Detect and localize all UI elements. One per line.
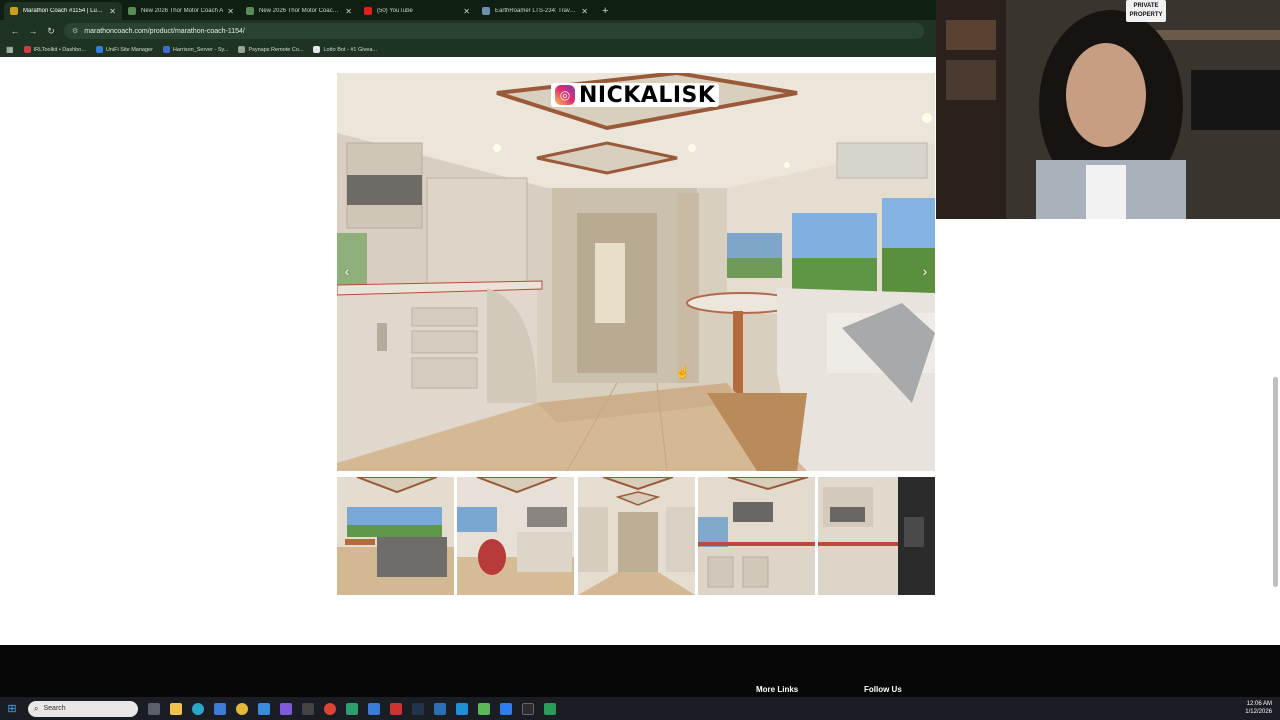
bookmark-favicon-icon xyxy=(95,46,103,53)
mouse-cursor-icon: ☝ xyxy=(675,365,690,379)
forward-icon[interactable]: → xyxy=(24,26,42,36)
chevron-right-icon[interactable]: › xyxy=(917,263,933,279)
browser-tab[interactable]: (50) YouTube ✕ xyxy=(358,2,476,20)
app-icon[interactable] xyxy=(500,702,512,715)
windows-start-icon[interactable]: ⊞ xyxy=(0,702,24,715)
app-icon[interactable] xyxy=(434,702,446,715)
gallery-thumbnail[interactable] xyxy=(697,477,815,595)
tab-favicon-icon xyxy=(128,7,136,15)
app-icon[interactable] xyxy=(522,702,534,715)
browser-tab[interactable]: EarthRoamer LTS-234: Travel Ch ✕ xyxy=(476,2,594,20)
tab-close-icon[interactable]: ✕ xyxy=(463,7,470,16)
app-icon[interactable] xyxy=(258,702,270,715)
app-icon[interactable] xyxy=(412,702,424,715)
bookmark-item[interactable]: Harrison_Server - Sy... xyxy=(162,46,229,53)
app-icon[interactable] xyxy=(390,702,402,715)
app-icon[interactable] xyxy=(478,702,490,715)
bookmark-label: UniFi Site Manager xyxy=(105,46,153,53)
bookmark-label: Harrison_Server - Sy... xyxy=(172,46,229,53)
tab-favicon-icon xyxy=(246,7,254,15)
footer-follow-us[interactable]: Follow Us xyxy=(864,685,902,694)
chrome-icon[interactable] xyxy=(236,702,248,715)
bookmark-favicon-icon xyxy=(162,46,170,53)
tab-favicon-icon xyxy=(482,7,490,15)
tab-title: EarthRoamer LTS-234: Travel Ch xyxy=(495,8,578,14)
chevron-left-icon[interactable]: ‹ xyxy=(339,263,355,279)
browser-tab[interactable]: New 2026 Thor Motor Coach A ✕ xyxy=(122,2,240,20)
app-icon[interactable] xyxy=(280,702,292,715)
gallery-thumbnail[interactable] xyxy=(457,477,575,595)
gallery-thumbnail[interactable] xyxy=(337,477,454,595)
browser-tab[interactable]: New 2026 Thor Motor Coach R ✕ xyxy=(240,2,358,20)
app-icon[interactable] xyxy=(456,702,468,715)
gallery-thumbnail-strip xyxy=(337,477,935,595)
thumbnail-illustration xyxy=(818,477,935,595)
bookmark-item[interactable]: UniFi Site Manager xyxy=(95,46,153,53)
apps-icon[interactable]: ▦ xyxy=(6,45,14,54)
bookmark-favicon-icon xyxy=(238,46,246,53)
bookmark-item[interactable]: IRLToolkit • Dashbo... xyxy=(23,46,86,53)
bookmark-label: Lotto Bot - #1 Givea... xyxy=(323,46,377,53)
tab-close-icon[interactable]: ✕ xyxy=(227,7,234,16)
clock-time: 12:06 AM xyxy=(1246,701,1272,707)
search-icon: ⌕ xyxy=(34,703,39,713)
tab-title: New 2026 Thor Motor Coach R xyxy=(259,8,342,14)
webcam-feed-illustration xyxy=(936,0,1280,219)
thumbnail-illustration xyxy=(337,477,454,595)
clock-date: 1/12/2026 xyxy=(1245,709,1272,715)
system-clock[interactable]: 12:06 AM 1/12/2026 xyxy=(1245,700,1272,716)
private-property-sign: PRIVATE PROPERTY xyxy=(1126,0,1166,22)
bookmark-favicon-icon xyxy=(23,46,31,53)
site-footer: More Links Follow Us xyxy=(0,645,1280,697)
bookmark-label: IRLToolkit • Dashbo... xyxy=(33,46,86,53)
app-icon[interactable] xyxy=(544,702,556,715)
browser-tab[interactable]: Marathon Coach #1154 | Luxury ✕ xyxy=(4,2,122,20)
chrome-icon[interactable] xyxy=(324,702,336,715)
tab-title: (50) YouTube xyxy=(377,8,413,14)
url-field[interactable]: ⚙ marathoncoach.com/product/marathon-coa… xyxy=(64,23,924,39)
instagram-icon: ◎ xyxy=(555,85,575,105)
edge-icon[interactable] xyxy=(192,702,204,715)
reload-icon[interactable]: ↻ xyxy=(42,26,60,37)
taskbar-search[interactable]: ⌕ Search xyxy=(28,700,138,717)
site-info-icon[interactable]: ⚙ xyxy=(72,27,78,35)
task-view-icon[interactable] xyxy=(148,702,160,715)
thumbnail-illustration xyxy=(697,477,815,595)
bookmark-item[interactable]: Lotto Bot - #1 Givea... xyxy=(313,46,377,53)
app-icon[interactable] xyxy=(368,702,380,715)
app-icon[interactable] xyxy=(346,702,358,715)
file-explorer-icon[interactable] xyxy=(170,702,182,715)
tab-favicon-icon xyxy=(10,7,18,15)
rv-interior-illustration xyxy=(337,73,935,471)
app-icon[interactable] xyxy=(302,702,314,715)
thumbnail-illustration xyxy=(457,477,575,595)
windows-taskbar: ⊞ ⌕ Search 12:06 AM 1/12/2026 xyxy=(0,697,1280,720)
tab-favicon-icon xyxy=(364,7,372,15)
thumbnail-illustration xyxy=(577,477,695,595)
tab-close-icon[interactable]: ✕ xyxy=(109,7,116,16)
tab-close-icon[interactable]: ✕ xyxy=(345,7,352,16)
tab-close-icon[interactable]: ✕ xyxy=(581,7,588,16)
new-tab-icon[interactable]: + xyxy=(594,2,616,20)
gallery-thumbnail[interactable] xyxy=(818,477,935,595)
back-icon[interactable]: ← xyxy=(6,26,24,36)
bookmark-favicon-icon xyxy=(313,46,321,53)
url-text: marathoncoach.com/product/marathon-coach… xyxy=(84,27,245,35)
store-icon[interactable] xyxy=(214,702,226,715)
page-scrollbar[interactable] xyxy=(1273,377,1278,587)
streamer-handle: NICKALISK xyxy=(579,82,716,108)
gallery-thumbnail[interactable] xyxy=(577,477,695,595)
tab-title: Marathon Coach #1154 | Luxury xyxy=(23,8,106,14)
taskbar-search-placeholder: Search xyxy=(43,705,66,712)
streamer-watermark: ◎ NICKALISK xyxy=(551,82,720,108)
footer-more-links[interactable]: More Links xyxy=(756,685,798,694)
main-gallery-image[interactable]: ‹ › ☝ xyxy=(337,73,935,471)
webcam-overlay: PRIVATE PROPERTY xyxy=(936,0,1280,219)
bookmark-item[interactable]: Psynaps Remote Co... xyxy=(238,46,303,53)
tab-title: New 2026 Thor Motor Coach A xyxy=(141,8,224,14)
bookmark-label: Psynaps Remote Co... xyxy=(248,46,304,53)
